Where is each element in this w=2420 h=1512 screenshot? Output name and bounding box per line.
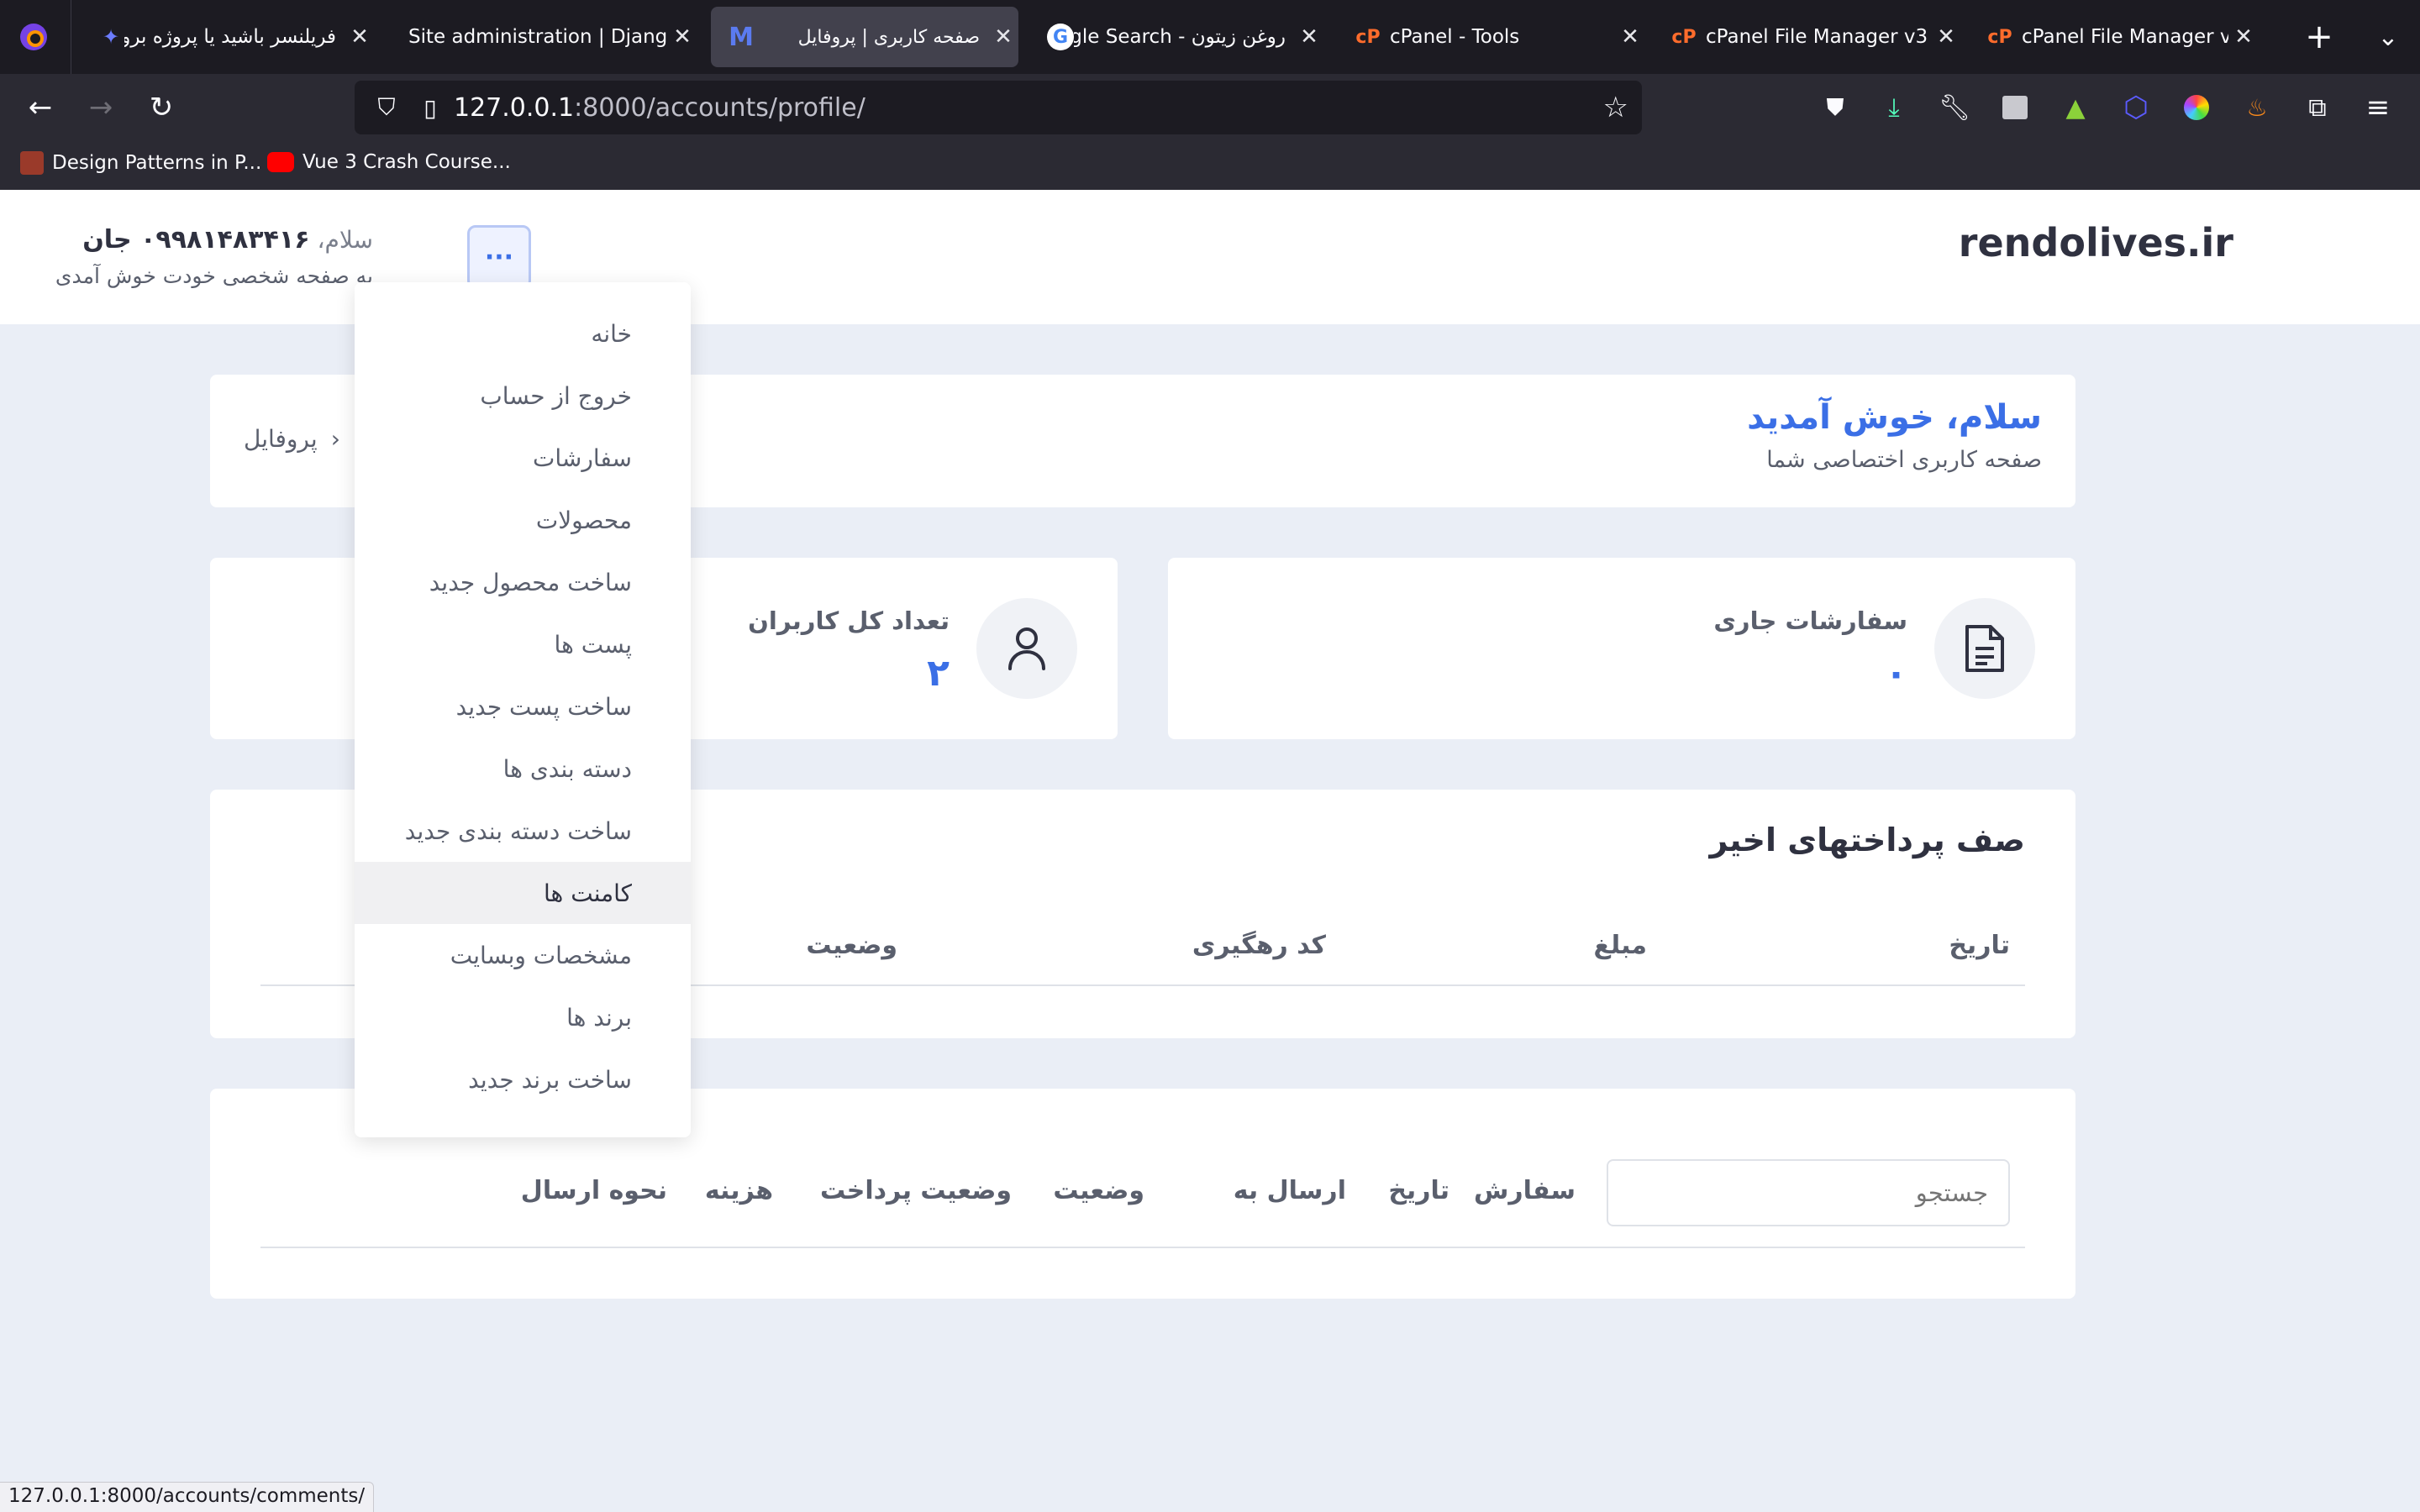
search-input[interactable] [1607, 1159, 2010, 1226]
tab-google-search[interactable]: G روغن زیتون - Google Search ✕ [1030, 7, 1324, 67]
breadcrumb-profile[interactable]: پروفایل [244, 425, 318, 453]
menu-item-brands[interactable]: برند ها [355, 986, 691, 1048]
shield-icon[interactable]: ⛉ [366, 93, 407, 122]
back-arrow-icon[interactable]: ← [20, 87, 60, 128]
column-header-amount[interactable]: مبلغ [1593, 931, 1647, 960]
menu-item-logout[interactable]: خروج از حساب [355, 365, 691, 427]
list-all-tabs-chevron-icon[interactable]: ⌄ [2368, 17, 2408, 57]
wrench-icon[interactable]: 🔧︎ [1934, 87, 1975, 128]
address-bar[interactable]: ⛉ ▯ 127.0.0.1:8000/accounts/profile/ ☆ [355, 81, 1642, 134]
tab-cpanel-file-manager[interactable]: cP cPanel File Manager v3 ✕ [1654, 7, 1961, 67]
welcome-text: به صفحه شخصی خودت خوش آمدی [55, 264, 373, 288]
menu-item-categories[interactable]: دسته بندی ها [355, 738, 691, 800]
menu-button[interactable]: ··· [467, 225, 531, 289]
column-header-date[interactable]: تاریخ [1949, 931, 2010, 960]
cpanel-icon: cP [1355, 26, 1381, 48]
extension-hexagon-icon[interactable]: ⬡ [2116, 87, 2156, 128]
close-icon[interactable]: ✕ [1615, 24, 1645, 50]
menu-item-home[interactable]: خانه [355, 302, 691, 365]
close-icon[interactable]: ✕ [667, 24, 697, 50]
menu-item-posts[interactable]: پست ها [355, 613, 691, 675]
welcome-subtitle: صفحه کاربری اختصاصی شما [1766, 447, 2042, 473]
new-tab-plus-icon[interactable]: + [2299, 17, 2339, 57]
cpanel-icon: cP [1671, 26, 1697, 48]
close-icon[interactable]: ✕ [2228, 24, 2259, 50]
close-icon[interactable]: ✕ [1931, 24, 1961, 50]
close-icon[interactable]: ✕ [345, 24, 375, 50]
column-header-date[interactable]: تاریخ [1388, 1176, 1449, 1205]
user-icon [976, 598, 1077, 699]
m-logo-icon: M [729, 22, 754, 52]
link-status-bar: 127.0.0.1:8000/accounts/comments/ [0, 1482, 375, 1512]
menu-item-new-post[interactable]: ساخت پست جدید [355, 675, 691, 738]
close-icon[interactable]: ✕ [988, 24, 1018, 50]
payments-title: صف پرداختهای اخیر [1709, 822, 2025, 858]
pocket-icon[interactable]: ⛊ [1815, 87, 1855, 128]
menu-item-new-category[interactable]: ساخت دسته بندی جدید [355, 800, 691, 862]
site-brand[interactable]: rendolives.ir [1959, 220, 2233, 265]
tab-freelancer[interactable]: ✦ فریلنسر باشید یا پروژه برون‌سپاری کنید… [81, 7, 375, 67]
close-icon[interactable]: ✕ [1294, 24, 1324, 50]
chevron-right-icon: › [330, 425, 340, 453]
stat-card-current-orders: سفارشات جاری ۰ [1168, 558, 2075, 739]
page-icon: ▯ [424, 93, 437, 122]
column-header-tracking-code[interactable]: کد رهگیری [1192, 931, 1326, 960]
hamburger-menu-icon[interactable]: ≡ [2358, 87, 2398, 128]
downloads-icon[interactable]: ⤓ [1874, 87, 1914, 128]
user-greeting: سلام، ۰۹۹۸۱۴۸۳۴۱۶ جان [82, 225, 373, 255]
extension-triangle-icon[interactable]: ▲ [2055, 87, 2096, 128]
forward-arrow-icon[interactable]: → [81, 87, 121, 128]
column-header-ship-to[interactable]: ارسال به [1234, 1176, 1346, 1205]
user-dropdown-menu: خانه خروج از حساب سفارشات محصولات ساخت م… [355, 282, 691, 1137]
greeting-prefix: سلام، [317, 226, 373, 254]
extensions-puzzle-icon[interactable]: ⧉ [2297, 87, 2338, 128]
bookmark-vue3-crash-course[interactable]: Vue 3 Crash Course... [267, 151, 511, 173]
stat-value: ۰ [1885, 652, 1907, 695]
column-header-order[interactable]: سفارش [1474, 1176, 1576, 1205]
browser-nav-bar: ← → ↻ ⛉ ▯ 127.0.0.1:8000/accounts/profil… [0, 74, 2420, 141]
tab-cpanel-tools[interactable]: cP cPanel - Tools ✕ [1338, 7, 1645, 67]
column-header-shipping-method[interactable]: نحوه ارسال [521, 1176, 667, 1205]
tab-django-admin[interactable]: Site administration | Django s ✕ [387, 7, 697, 67]
bookmark-star-icon[interactable]: ☆ [1603, 91, 1628, 124]
menu-item-orders[interactable]: سفارشات [355, 427, 691, 489]
breadcrumb: پروفایل › [244, 425, 340, 453]
extension-orange-icon[interactable]: ♨ [2237, 87, 2277, 128]
welcome-title: سلام، خوش آمدید [1747, 398, 2042, 437]
url-path: :8000/accounts/profile/ [574, 92, 865, 123]
color-wheel-icon[interactable] [2176, 87, 2217, 128]
column-header-payment-status[interactable]: وضعیت پرداخت [820, 1176, 1012, 1205]
tab-profile[interactable]: M صفحه کاربری | پروفایل ✕ [711, 7, 1018, 67]
stat-value: ۲ [927, 652, 950, 695]
bookmark-favicon-icon [20, 151, 44, 175]
greeting-name: ۰۹۹۸۱۴۸۳۴۱۶ جان [82, 225, 310, 255]
reload-icon[interactable]: ↻ [141, 87, 182, 128]
stat-label: سفارشات جاری [1713, 606, 1907, 635]
url-host: 127.0.0.1 [454, 92, 575, 123]
bookmarks-toolbar: Design Patterns in P... Vue 3 Crash Cour… [0, 141, 2420, 190]
document-icon [1934, 598, 2035, 699]
tab-cpanel-file-manager-2[interactable]: cP cPanel File Manager v3 - ✕ [1970, 7, 2259, 67]
column-header-status[interactable]: وضعیت [1053, 1176, 1144, 1205]
bookmark-design-patterns[interactable]: Design Patterns in P... [20, 151, 261, 175]
menu-item-new-product[interactable]: ساخت محصول جدید [355, 551, 691, 613]
column-header-cost[interactable]: هزینه [705, 1176, 773, 1205]
browser-tab-bar: ✦ فریلنسر باشید یا پروژه برون‌سپاری کنید… [0, 0, 2420, 74]
parsicoders-icon: ✦ [102, 25, 120, 49]
google-icon: G [1047, 24, 1074, 50]
menu-item-comments[interactable]: کامنت ها [355, 862, 691, 924]
menu-item-new-brand[interactable]: ساخت برند جدید [355, 1048, 691, 1110]
extension-screenshot-icon[interactable] [1995, 87, 2035, 128]
firefox-menu-icon[interactable] [17, 20, 50, 54]
cpanel-icon: cP [1987, 26, 2012, 48]
table-divider [260, 1247, 2025, 1248]
stat-label: تعداد کل کاربران [748, 606, 950, 635]
menu-item-products[interactable]: محصولات [355, 489, 691, 551]
youtube-icon [267, 152, 294, 172]
menu-item-site-settings[interactable]: مشخصات وبسایت [355, 924, 691, 986]
column-header-status[interactable]: وضعیت [806, 931, 897, 960]
